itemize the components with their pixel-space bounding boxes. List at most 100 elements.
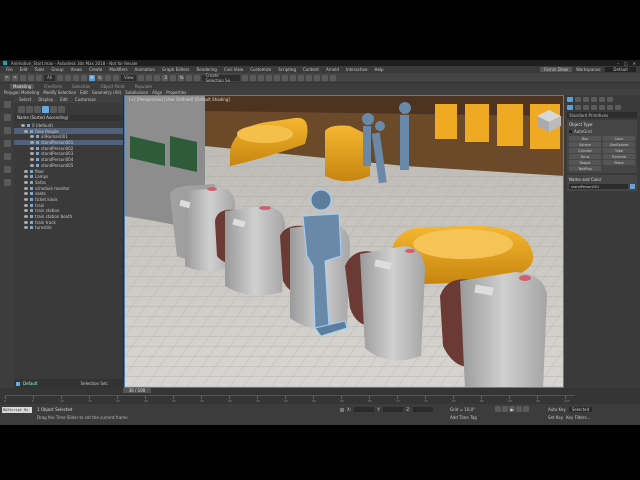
- visibility-eye-icon[interactable]: [24, 129, 28, 133]
- explorer-menu-display[interactable]: Display: [38, 97, 53, 102]
- menu-item-file[interactable]: File: [6, 67, 13, 72]
- ribbon-panel-edit[interactable]: Edit: [80, 90, 88, 95]
- menu-item-interactive[interactable]: Interactive: [346, 67, 368, 72]
- select-and-scale-icon[interactable]: [104, 74, 111, 81]
- ribbon-tab-object-paint[interactable]: Object Paint: [100, 84, 124, 89]
- visibility-eye-icon[interactable]: [24, 186, 28, 190]
- ribbon-panel-geometry[interactable]: Geometry (All): [92, 90, 121, 95]
- primitive-button-tube[interactable]: Tube: [603, 148, 635, 153]
- systems-icon[interactable]: [615, 104, 621, 110]
- timeline-ruler[interactable]: 0 5 10 15 20 25 30 35 40 45 50 55 60 65 70 75 80 85 90 95 10…: [4, 395, 575, 403]
- primitive-button-cone[interactable]: Cone: [603, 136, 635, 141]
- visibility-eye-icon[interactable]: [30, 163, 34, 167]
- workspace-select[interactable]: Default: [605, 67, 636, 72]
- primitive-button-teapot[interactable]: Teapot: [569, 160, 601, 165]
- key-filters-button[interactable]: Key Filters...: [566, 415, 590, 420]
- visibility-eye-icon[interactable]: [21, 124, 25, 128]
- explorer-menu-select[interactable]: Select: [19, 97, 31, 102]
- autogrid-checkbox[interactable]: AutoGrid: [569, 129, 635, 134]
- close-button[interactable]: ✕: [633, 61, 636, 66]
- visibility-eye-icon[interactable]: [24, 169, 28, 173]
- menu-item-modifiers[interactable]: Modifiers: [109, 67, 127, 72]
- sign-in-button[interactable]: Fornin Drew: [540, 67, 573, 72]
- explorer-menu-customize[interactable]: Customize: [75, 97, 96, 102]
- minimize-button[interactable]: –: [617, 61, 619, 66]
- visibility-eye-icon[interactable]: [30, 141, 34, 145]
- menu-item-customize[interactable]: Customize: [250, 67, 271, 72]
- unlink-icon[interactable]: [28, 74, 34, 81]
- lock-icon[interactable]: [340, 407, 344, 412]
- y-coordinate-field[interactable]: [383, 407, 404, 412]
- name-and-color-title[interactable]: Name and Color: [569, 177, 635, 182]
- layer-icon[interactable]: [26, 105, 33, 113]
- filter-lights-icon[interactable]: [3, 153, 11, 160]
- window-crossing-icon[interactable]: [80, 74, 87, 81]
- menu-item-arnold[interactable]: Arnold: [326, 67, 339, 72]
- select-object-icon[interactable]: [56, 74, 63, 81]
- select-by-name-icon[interactable]: [64, 74, 71, 81]
- align-icon[interactable]: [250, 74, 257, 81]
- schematic-view-icon[interactable]: [290, 74, 297, 81]
- viewport-label[interactable]: [+] [Perspective] [User Defined] [Defaul…: [129, 97, 230, 102]
- add-time-tag[interactable]: Add Time Tag: [450, 415, 477, 420]
- explorer-menu-edit[interactable]: Edit: [60, 97, 68, 102]
- menu-item-create[interactable]: Create: [89, 67, 102, 72]
- z-coordinate-field[interactable]: [413, 407, 434, 412]
- space-warps-icon[interactable]: [607, 104, 613, 110]
- select-and-rotate-icon[interactable]: ↻: [96, 74, 103, 81]
- hierarchy-icon[interactable]: [34, 105, 41, 113]
- next-frame-icon[interactable]: [516, 406, 522, 412]
- visibility-eye-icon[interactable]: [30, 158, 34, 162]
- ribbon-panel-polygon-modeling[interactable]: Polygon Modeling: [4, 90, 39, 95]
- visibility-eye-icon[interactable]: [30, 152, 34, 156]
- primitive-category-select[interactable]: Standard Primitives: [567, 112, 637, 118]
- visibility-eye-icon[interactable]: [24, 175, 28, 179]
- spinner-snap-icon[interactable]: [186, 74, 193, 81]
- helpers-icon[interactable]: [599, 104, 605, 110]
- object-name-field[interactable]: standPerson001: [569, 184, 628, 189]
- motion-tab-icon[interactable]: [591, 96, 597, 102]
- filter-geometry-icon[interactable]: [3, 127, 11, 134]
- object-color-swatch[interactable]: [630, 184, 635, 189]
- menu-item-scripting[interactable]: Scripting: [278, 67, 296, 72]
- selection-filter-select[interactable]: All: [44, 74, 55, 81]
- ribbon-tab-modeling[interactable]: Modeling: [10, 83, 35, 89]
- ribbon-panel-align[interactable]: Align: [152, 90, 162, 95]
- visibility-eye-icon[interactable]: [24, 203, 28, 207]
- menu-item-tools[interactable]: Tools: [34, 67, 44, 72]
- filter-shapes-icon[interactable]: [3, 140, 11, 147]
- key-mode-select[interactable]: Selected: [568, 407, 593, 412]
- primitive-button-cylinder[interactable]: Cylinder: [569, 148, 601, 153]
- play-icon[interactable]: ▶: [509, 406, 515, 412]
- bind-space-warp-icon[interactable]: [36, 74, 42, 81]
- visibility-eye-icon[interactable]: [24, 209, 28, 213]
- primitive-button-box[interactable]: Box: [569, 136, 601, 141]
- explorer-row[interactable]: turnstile: [14, 225, 123, 231]
- link-icon[interactable]: [20, 74, 26, 81]
- visibility-eye-icon[interactable]: [24, 220, 28, 224]
- render-in-cloud-icon[interactable]: [330, 74, 337, 81]
- footer-layer-label[interactable]: Default: [23, 381, 38, 386]
- display-none-icon[interactable]: [3, 101, 11, 108]
- utilities-tab-icon[interactable]: [607, 96, 613, 102]
- primitive-button-torus[interactable]: Torus: [569, 154, 601, 159]
- primitive-button-sphere[interactable]: Sphere: [569, 142, 601, 147]
- menu-item-graph-editors[interactable]: Graph Editors: [162, 67, 189, 72]
- select-and-move-icon[interactable]: ✥: [88, 74, 95, 81]
- sort-icon[interactable]: [42, 105, 49, 113]
- toggle-layer-explorer-icon[interactable]: [266, 74, 273, 81]
- cameras-icon[interactable]: [591, 104, 597, 110]
- angle-snap-icon[interactable]: [170, 74, 177, 81]
- modify-tab-icon[interactable]: [575, 96, 581, 102]
- display-all-icon[interactable]: [3, 114, 11, 121]
- rendered-frame-window-icon[interactable]: [314, 74, 321, 81]
- maximize-button[interactable]: □: [624, 61, 628, 66]
- material-editor-icon[interactable]: [298, 74, 305, 81]
- menu-item-rendering[interactable]: Rendering: [197, 67, 217, 72]
- previous-frame-icon[interactable]: [502, 406, 508, 412]
- named-selection-select[interactable]: Create Selection Se: [202, 73, 241, 83]
- visibility-eye-icon[interactable]: [30, 135, 34, 139]
- toggle-ribbon-icon[interactable]: [274, 74, 281, 81]
- edit-named-selection-icon[interactable]: [194, 74, 201, 81]
- render-production-icon[interactable]: [322, 74, 329, 81]
